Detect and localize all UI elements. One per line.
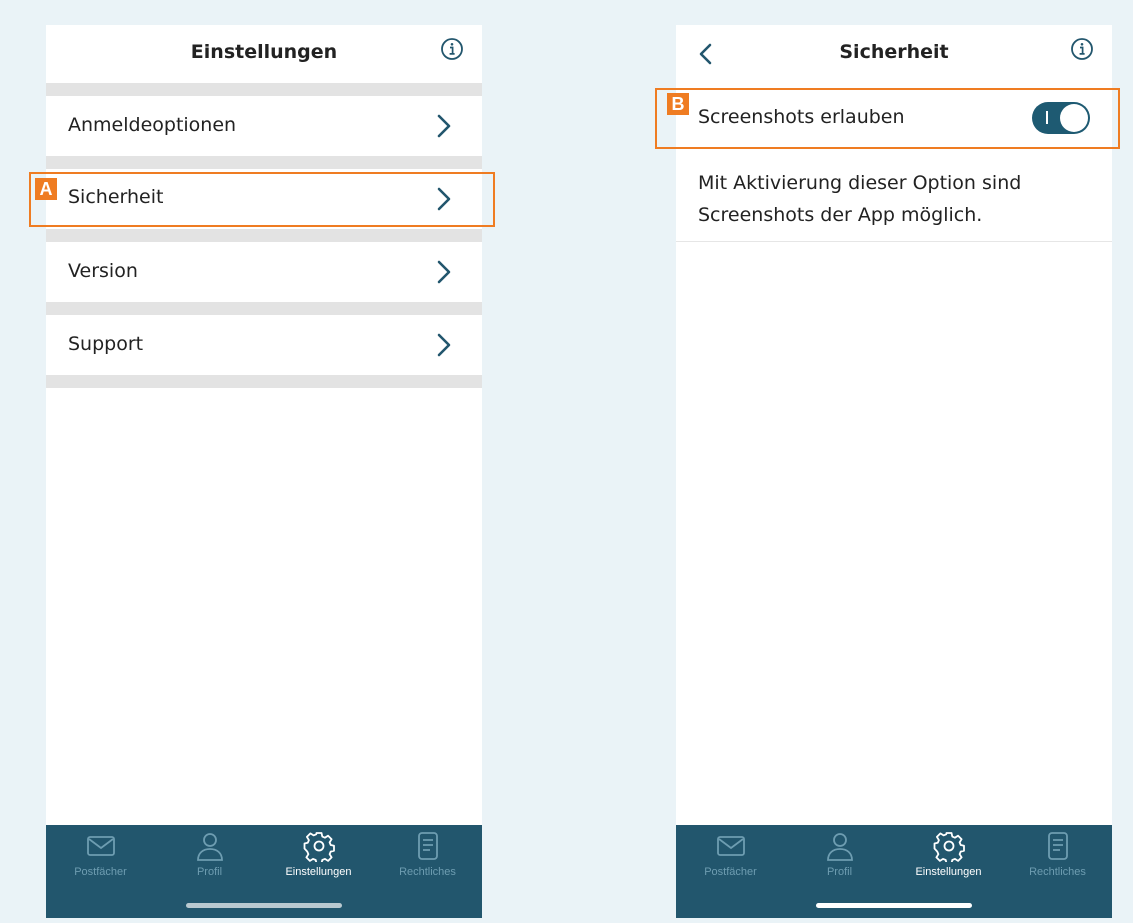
tab-rechtliches[interactable]: Rechtliches: [373, 825, 482, 890]
row-label: Support: [68, 333, 144, 355]
tab-label: Postfächer: [74, 866, 127, 878]
row-label: Version: [68, 260, 138, 282]
callout-b-frame: [655, 88, 1120, 149]
tab-label: Profil: [826, 866, 853, 878]
tab-rechtliches[interactable]: Rechtliches: [1003, 825, 1112, 890]
home-indicator: [186, 903, 342, 908]
divider: [46, 156, 482, 169]
security-screen: Sicherheit Screenshots erlauben Mit Akti…: [676, 25, 1112, 918]
gear-icon: [933, 832, 965, 862]
settings-row-support[interactable]: Support: [46, 315, 482, 375]
header: Sicherheit: [676, 25, 1112, 83]
tab-bar: Postfächer Profil Einstellungen Rechtlic…: [676, 825, 1112, 918]
callout-a-frame: [29, 172, 495, 227]
tab-postfaecher[interactable]: Postfächer: [676, 825, 785, 890]
home-indicator: [816, 903, 972, 908]
chevron-right-icon: [437, 333, 451, 357]
header: Einstellungen: [46, 25, 482, 83]
page-title: Sicherheit: [839, 41, 949, 63]
divider: [46, 302, 482, 315]
setting-description: Mit Aktivierung dieser Option sind Scree…: [698, 172, 1022, 226]
tab-label: Einstellungen: [915, 866, 982, 878]
callout-a-tag: A: [35, 178, 57, 200]
person-icon: [827, 833, 853, 861]
tab-label: Einstellungen: [285, 866, 352, 878]
divider: [46, 229, 482, 242]
tab-profil[interactable]: Profil: [155, 825, 264, 890]
tab-einstellungen[interactable]: Einstellungen: [894, 825, 1003, 890]
callout-b-tag: B: [667, 93, 689, 115]
document-icon: [1048, 832, 1068, 860]
tab-label: Profil: [196, 866, 223, 878]
document-icon: [418, 832, 438, 860]
mail-icon: [87, 836, 115, 856]
tab-label: Rechtliches: [1029, 866, 1086, 878]
tab-profil[interactable]: Profil: [785, 825, 894, 890]
row-label: Anmeldeoptionen: [68, 114, 237, 136]
tab-bar: Postfächer Profil Einstellungen Rechtlic…: [46, 825, 482, 918]
tab-postfaecher[interactable]: Postfächer: [46, 825, 155, 890]
tab-einstellungen[interactable]: Einstellungen: [264, 825, 373, 890]
info-icon[interactable]: [440, 37, 464, 61]
tab-label: Rechtliches: [399, 866, 456, 878]
settings-screen: Einstellungen Anmeldeoptionen Sicherheit…: [46, 25, 482, 918]
divider: [676, 241, 1112, 242]
person-icon: [197, 833, 223, 861]
settings-row-anmeldeoptionen[interactable]: Anmeldeoptionen: [46, 96, 482, 156]
mail-icon: [717, 836, 745, 856]
divider: [46, 375, 482, 388]
chevron-right-icon: [437, 260, 451, 284]
tab-label: Postfächer: [704, 866, 757, 878]
chevron-right-icon: [437, 114, 451, 138]
divider: [46, 83, 482, 96]
page-title: Einstellungen: [190, 41, 338, 63]
settings-row-version[interactable]: Version: [46, 242, 482, 302]
gear-icon: [303, 832, 335, 862]
info-icon[interactable]: [1070, 37, 1094, 61]
